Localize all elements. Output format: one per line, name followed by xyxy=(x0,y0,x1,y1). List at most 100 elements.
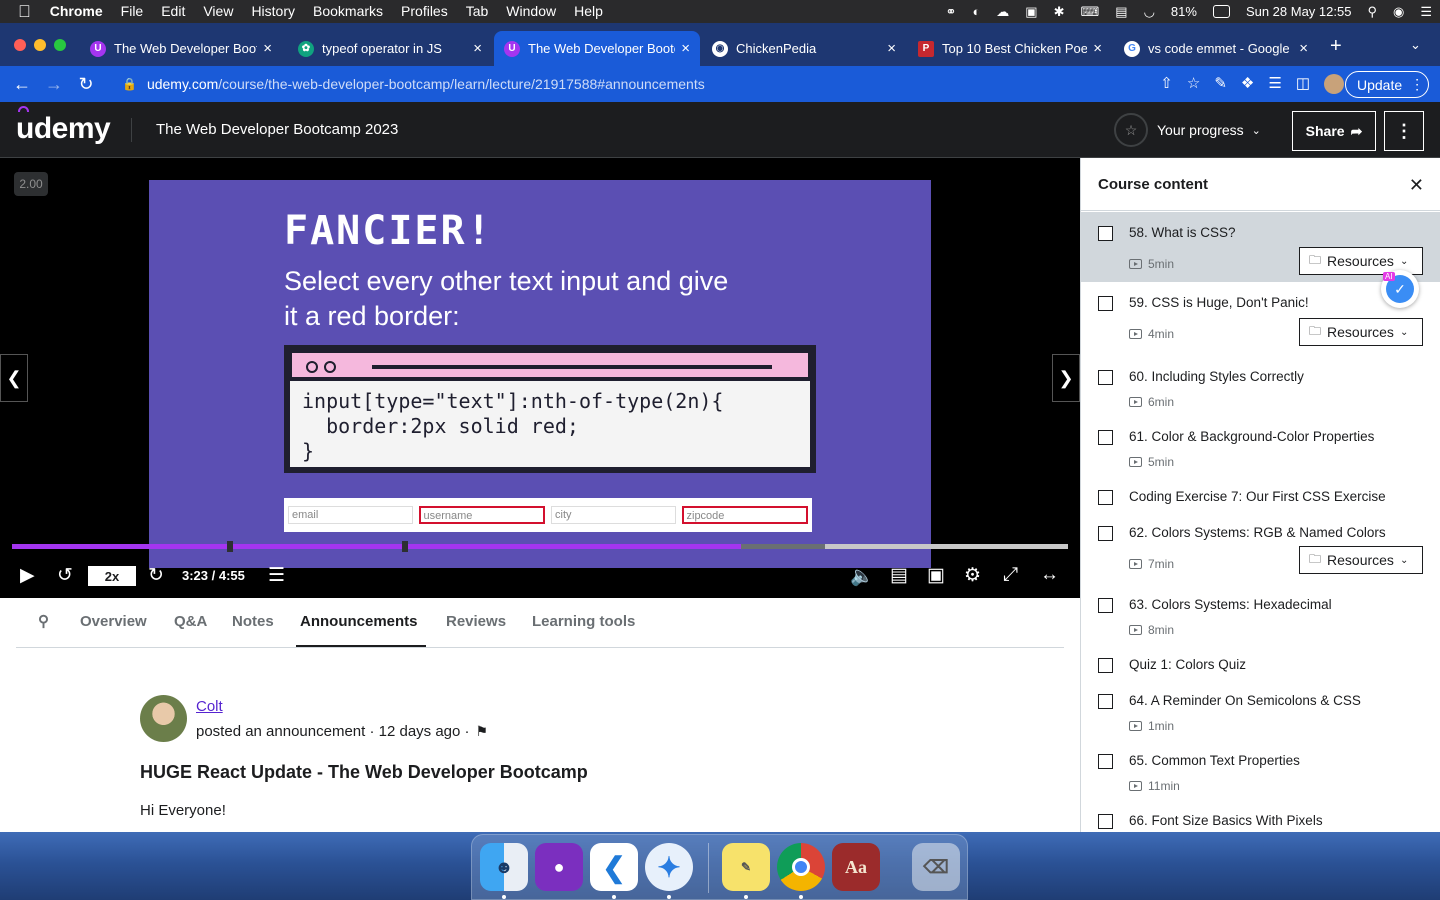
lecture-checkbox[interactable] xyxy=(1098,526,1113,541)
more-options-button[interactable]: ⋮ xyxy=(1384,111,1424,151)
lecture-checkbox[interactable] xyxy=(1098,658,1113,673)
lecture-checkbox[interactable] xyxy=(1098,296,1113,311)
cloud-icon[interactable]: ☁ xyxy=(988,4,1017,20)
chrome-icon[interactable] xyxy=(777,843,825,891)
browser-tab[interactable]: G vs code emmet - Google Search × xyxy=(1114,31,1318,66)
browser-tab[interactable]: ✿ typeof operator in JS × xyxy=(288,31,492,66)
lecture-checkbox[interactable] xyxy=(1098,430,1113,445)
menu-help[interactable]: Help xyxy=(565,0,612,23)
extensions-puzzle-icon[interactable]: ❖ xyxy=(1241,74,1254,94)
address-bar[interactable]: 🔒 udemy.com/course/the-web-developer-boo… xyxy=(108,69,1178,99)
browser-tab[interactable]: P Top 10 Best Chicken Poems × xyxy=(908,31,1112,66)
memory-icon[interactable]: ▤ xyxy=(1107,4,1135,20)
keyboard-icon[interactable]: ⌨ xyxy=(1073,4,1108,20)
lecture-checkbox[interactable] xyxy=(1098,598,1113,613)
browser-tab[interactable]: ◉ ChickenPedia × xyxy=(702,31,906,66)
lock-icon[interactable]: 🔒 xyxy=(122,77,137,91)
side-panel-icon[interactable]: ◫ xyxy=(1296,74,1310,94)
rewind-5s-icon[interactable]: ↺ xyxy=(57,564,73,587)
author-avatar[interactable] xyxy=(140,695,187,742)
next-lecture-button[interactable]: ❯ xyxy=(1052,354,1080,402)
zoom-window-button[interactable] xyxy=(54,39,66,51)
lecture-checkbox[interactable] xyxy=(1098,694,1113,709)
browser-tab[interactable]: U The Web Developer Bootcamp × xyxy=(80,31,282,66)
lecture-checkbox[interactable] xyxy=(1098,490,1113,505)
dictionary-icon[interactable]: Aa xyxy=(832,843,880,891)
spotlight-search-icon[interactable]: ⚲ xyxy=(1359,4,1385,20)
report-flag-icon[interactable]: ⚑ xyxy=(476,723,489,740)
update-button[interactable]: Update ⋮ xyxy=(1345,71,1429,98)
menu-view[interactable]: View xyxy=(194,0,242,23)
github-desktop-icon[interactable]: ● xyxy=(535,843,583,891)
menu-file[interactable]: File xyxy=(112,0,153,23)
tab-overview[interactable]: Overview xyxy=(80,613,147,630)
close-icon[interactable]: ✕ xyxy=(1409,175,1424,196)
exercise-item[interactable]: Coding Exercise 7: Our First CSS Exercis… xyxy=(1081,476,1440,512)
menu-edit[interactable]: Edit xyxy=(152,0,194,23)
expand-width-icon[interactable]: ↔ xyxy=(1040,564,1059,586)
progress-dropdown[interactable]: ☆ Your progress ⌄ xyxy=(1114,113,1261,147)
menu-profiles[interactable]: Profiles xyxy=(392,0,457,23)
lecture-item[interactable]: 64. A Reminder On Semicolons & CSS 1min xyxy=(1081,680,1440,740)
tab-qa[interactable]: Q&A xyxy=(174,613,207,630)
close-tab-icon[interactable]: × xyxy=(887,40,896,57)
video-player[interactable]: 2.00 FANCIER! Select every other text in… xyxy=(0,158,1080,598)
lecture-item[interactable]: 61. Color & Background-Color Properties … xyxy=(1081,416,1440,476)
safari-icon[interactable]: ✦ xyxy=(645,843,693,891)
share-page-icon[interactable]: ⇧ xyxy=(1160,74,1173,94)
back-arrow-icon[interactable]: ← xyxy=(6,74,38,95)
battery-icon[interactable] xyxy=(1205,5,1238,18)
lecture-checkbox[interactable] xyxy=(1098,226,1113,241)
seek-bar[interactable] xyxy=(12,541,1068,552)
lecture-item[interactable]: 60. Including Styles Correctly 6min xyxy=(1081,356,1440,416)
menu-bookmarks[interactable]: Bookmarks xyxy=(304,0,392,23)
control-center-icon[interactable]: ☰ xyxy=(1412,4,1440,20)
drive-icon[interactable]: ▣ xyxy=(1017,4,1045,20)
lecture-item[interactable]: 62. Colors Systems: RGB & Named Colors 7… xyxy=(1081,512,1440,584)
stickies-icon[interactable]: ✎ xyxy=(722,843,770,891)
menu-datetime[interactable]: Sun 28 May 12:55 xyxy=(1238,4,1360,19)
reading-list-icon[interactable]: ☰ xyxy=(1268,74,1281,94)
resources-dropdown[interactable]: 🗀 Resources ⌄ xyxy=(1299,318,1423,346)
tab-learning-tools[interactable]: Learning tools xyxy=(532,613,635,630)
udemy-logo[interactable]: udemy xyxy=(16,106,111,146)
tab-search-chevron-icon[interactable]: ⌄ xyxy=(1410,37,1421,53)
quiz-item[interactable]: Quiz 1: Colors Quiz xyxy=(1081,644,1440,680)
ai-assistant-button[interactable]: ✓ AI xyxy=(1381,270,1419,308)
lecture-item[interactable]: 66. Font Size Basics With Pixels xyxy=(1081,800,1440,832)
settings-gear-icon[interactable]: ⚙ xyxy=(964,564,981,587)
fullscreen-icon[interactable]: ⤢ xyxy=(1003,564,1018,586)
close-tab-icon[interactable]: × xyxy=(1093,40,1102,57)
transcript-icon[interactable]: ▤ xyxy=(890,564,908,587)
resources-dropdown[interactable]: 🗀 Resources ⌄ xyxy=(1299,546,1423,574)
wifi-icon[interactable]: ◡ xyxy=(1136,4,1163,20)
author-name-link[interactable]: Colt xyxy=(196,698,223,715)
play-icon[interactable]: ▶ xyxy=(20,564,35,587)
menu-tab[interactable]: Tab xyxy=(457,0,498,23)
lecture-checkbox[interactable] xyxy=(1098,814,1113,829)
add-note-icon[interactable]: ☰ xyxy=(268,564,285,587)
tab-reviews[interactable]: Reviews xyxy=(446,613,506,630)
browser-tab-active[interactable]: U The Web Developer Bootcamp × xyxy=(494,31,700,66)
trash-icon[interactable]: ⌫ xyxy=(912,843,960,891)
forward-5s-icon[interactable]: ↻ xyxy=(148,564,164,587)
moon-icon[interactable]: ◐ xyxy=(964,4,988,19)
glasses-icon[interactable]: ⚭ xyxy=(938,4,965,20)
previous-lecture-button[interactable]: ❮ xyxy=(0,354,28,402)
pen-extension-icon[interactable]: ✎ xyxy=(1214,74,1227,94)
lecture-checkbox[interactable] xyxy=(1098,754,1113,769)
vscode-icon[interactable]: ❮ xyxy=(590,843,638,891)
menu-window[interactable]: Window xyxy=(497,0,565,23)
apple-menu-icon[interactable]:  xyxy=(0,2,41,22)
lecture-item[interactable]: 63. Colors Systems: Hexadecimal 8min xyxy=(1081,584,1440,644)
minimize-window-button[interactable] xyxy=(34,39,46,51)
search-icon[interactable]: ⚲ xyxy=(38,612,49,630)
new-tab-icon[interactable]: + xyxy=(1330,35,1342,58)
finder-icon[interactable]: ☻ xyxy=(480,843,528,891)
bookmark-star-icon[interactable]: ☆ xyxy=(1187,74,1200,94)
playback-speed-button[interactable]: 2x xyxy=(88,566,136,586)
menu-history[interactable]: History xyxy=(242,0,304,23)
tab-notes[interactable]: Notes xyxy=(232,613,274,630)
siri-icon[interactable]: ◉ xyxy=(1385,4,1412,20)
share-button[interactable]: Share ➦ xyxy=(1292,111,1376,151)
